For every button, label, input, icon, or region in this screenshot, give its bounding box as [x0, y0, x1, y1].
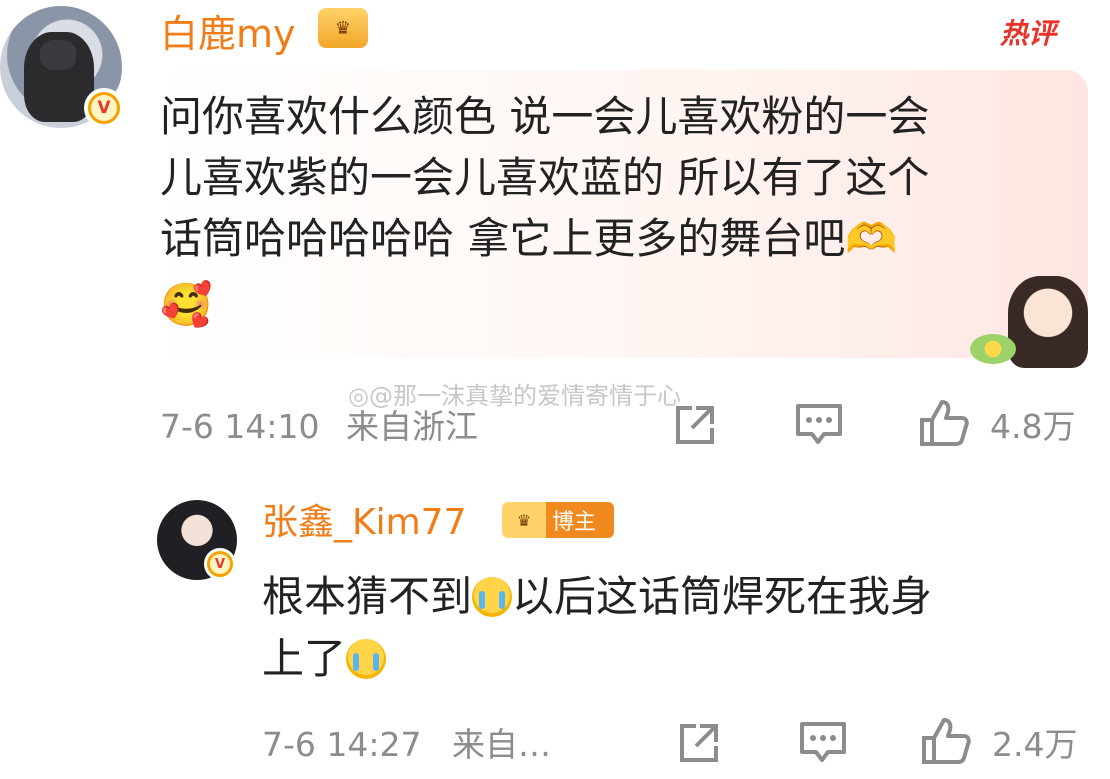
reply-like-count: 2.4万 — [992, 725, 1078, 764]
comment-text-line-1: 问你喜欢什么颜色 说一会儿喜欢粉的一会 — [160, 92, 930, 141]
hot-comment-label: 热评 — [1000, 17, 1057, 50]
comment-text-line-2: 儿喜欢紫的一会儿喜欢蓝的 所以有了这个 — [160, 153, 930, 202]
reply-text-part-1: 根本猜不到 — [262, 572, 473, 621]
comment-icon[interactable] — [798, 720, 848, 770]
weibo-logo-icon: ◎ — [348, 382, 369, 410]
crying-face-emoji — [346, 639, 387, 679]
reply-text-part-3: 上了 — [262, 634, 347, 683]
comment-icon[interactable] — [794, 402, 844, 452]
verified-v-icon: V — [204, 548, 236, 580]
thumbs-up-icon[interactable] — [920, 716, 972, 770]
reply-text-line-2: 上了 — [262, 628, 387, 689]
comment-time: 7-6 14:10 — [160, 407, 320, 446]
crown-badge-icon: ♛ — [516, 510, 532, 530]
sticker-flower — [970, 334, 1016, 364]
reply-location: 来自… — [452, 725, 551, 764]
share-icon[interactable] — [676, 720, 722, 770]
comment-emoji: 🥰 — [160, 280, 213, 329]
share-icon[interactable] — [672, 402, 718, 452]
thumbs-up-icon[interactable] — [918, 398, 970, 452]
crying-face-emoji — [472, 577, 513, 617]
comment-location: 来自浙江 — [346, 407, 478, 446]
watermark-text: @那一沫真挚的爱情寄情于心 — [368, 382, 681, 410]
watermark: ◎@那一沫真挚的爱情寄情于心 — [348, 376, 681, 411]
reply-text-part-2: 以后这话筒焊死在我身 — [512, 572, 933, 621]
comment-username[interactable]: 白鹿my — [160, 15, 296, 53]
badge-label: 博主 — [552, 510, 597, 535]
verified-v-icon: V — [84, 88, 124, 128]
reply-time: 7-6 14:27 — [262, 725, 422, 764]
comment-text-line-3: 话筒哈哈哈哈哈 拿它上更多的舞台吧🫶 — [160, 214, 898, 263]
like-count: 4.8万 — [990, 407, 1076, 446]
blogger-badge: ♛ 博主 — [502, 502, 614, 538]
reply-text-line-1: 根本猜不到 以后这话筒焊死在我身 — [262, 566, 932, 627]
decoration-sticker — [968, 276, 1088, 368]
sticker-portrait — [1008, 276, 1088, 368]
reply-username[interactable]: 张鑫_Kim77 — [262, 505, 467, 541]
avatar-face — [40, 40, 76, 70]
crown-badge-icon: ♛ — [318, 8, 368, 48]
